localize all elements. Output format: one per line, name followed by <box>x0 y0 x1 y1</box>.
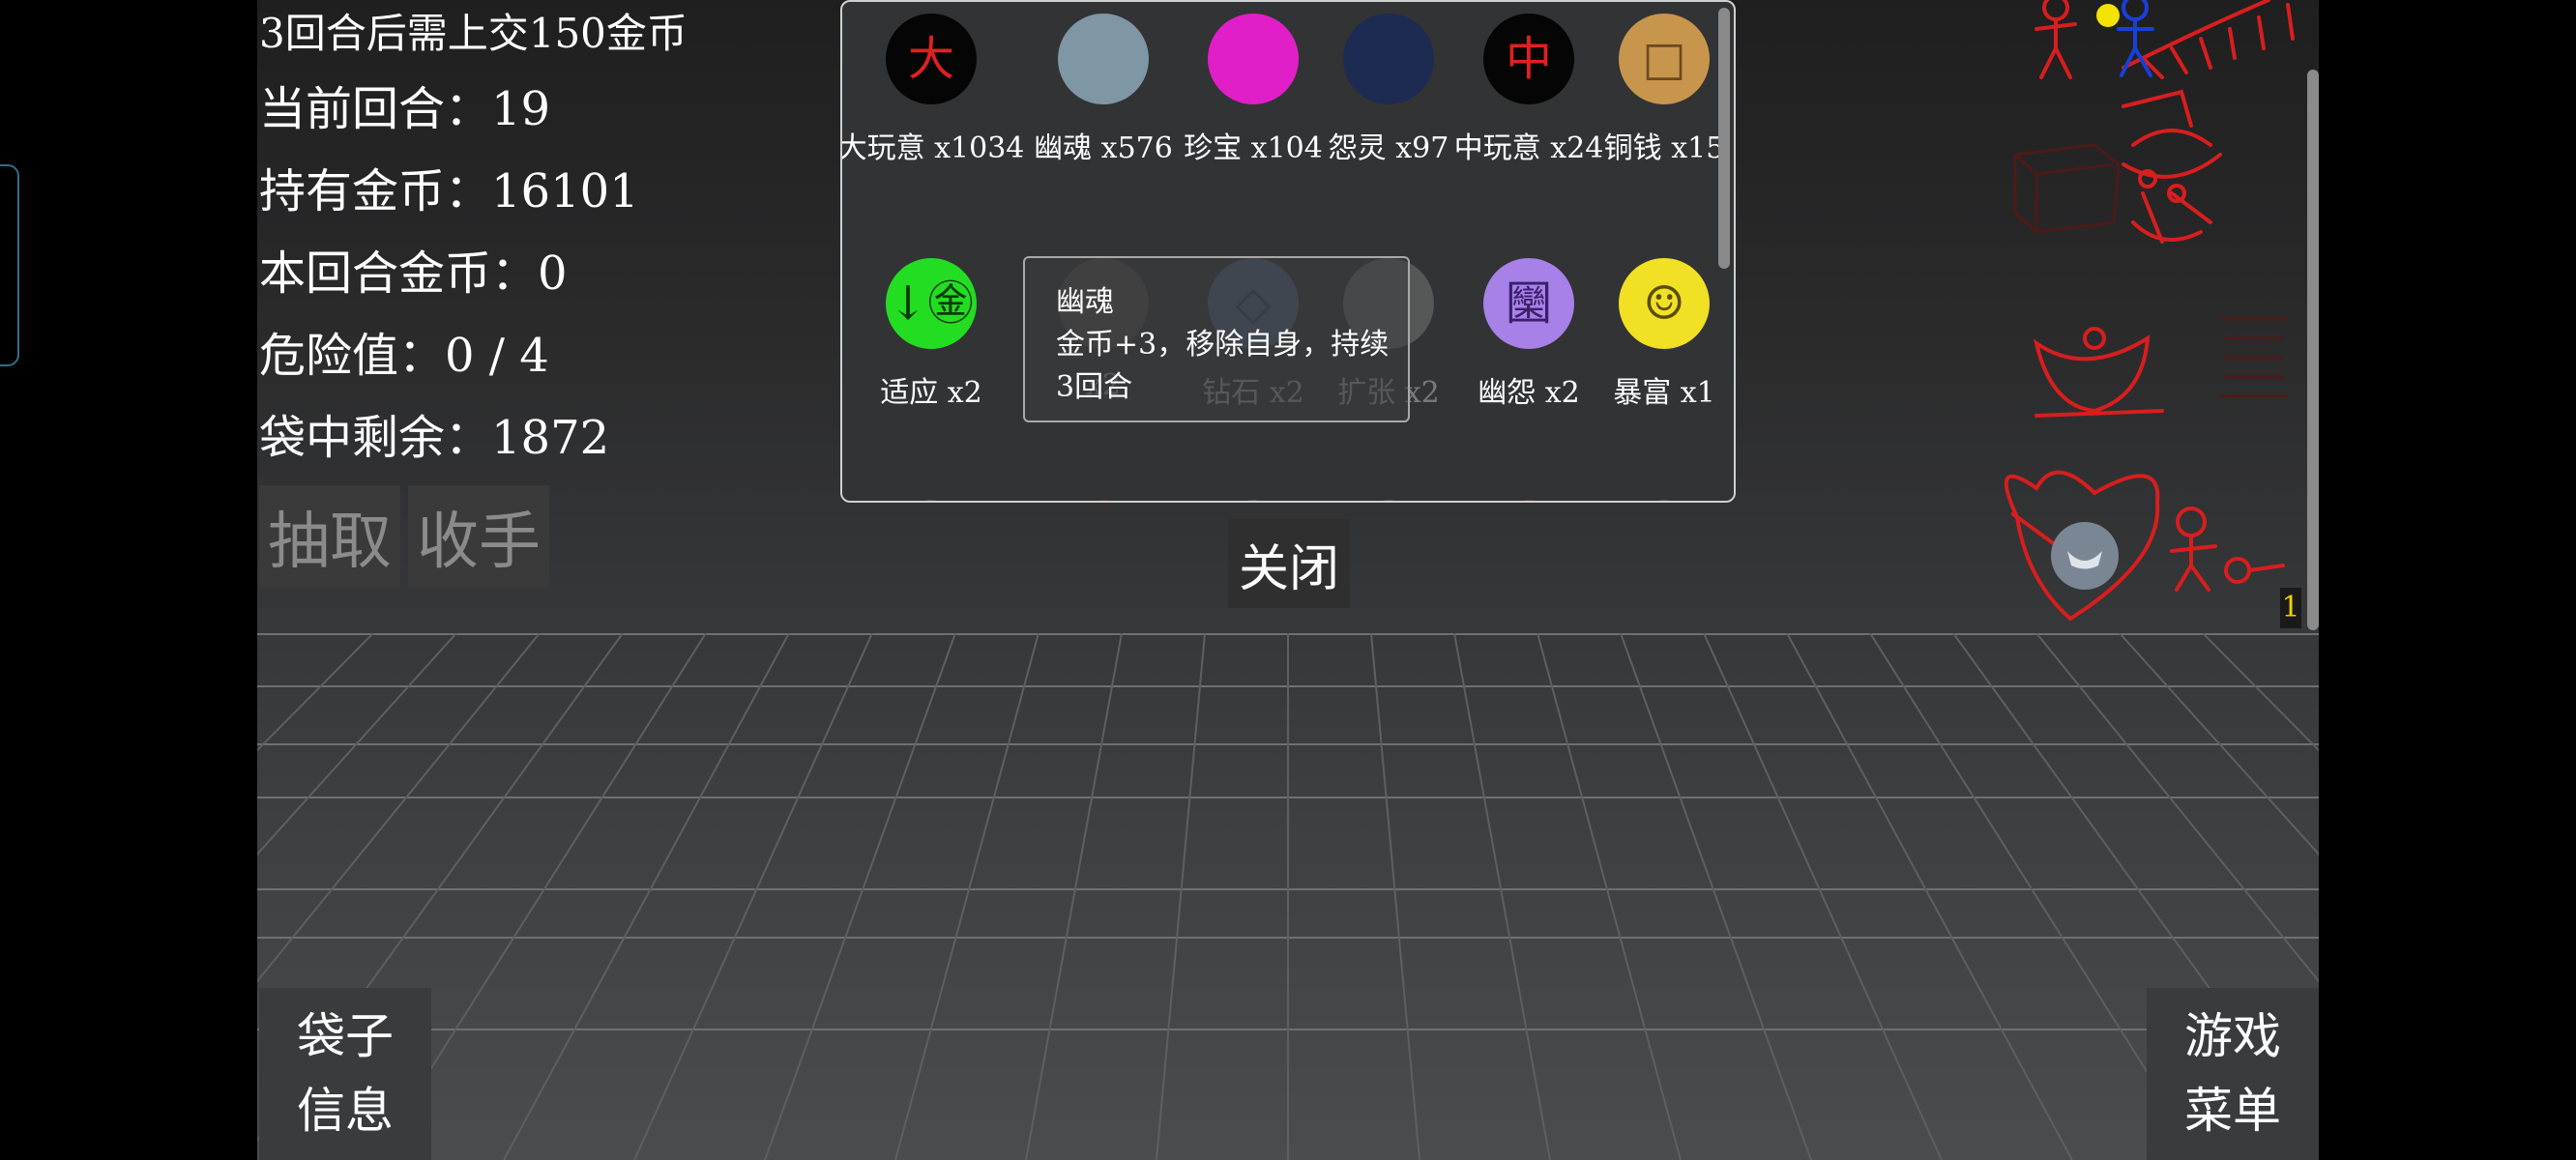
tooltip-title: 幽魂 <box>1056 285 1114 319</box>
wraith-icon <box>1343 14 1434 104</box>
bag-info-line2: 信息 <box>297 1083 394 1139</box>
current-round: 当前回合：19 <box>259 82 551 136</box>
bag-item[interactable]: □ 铜钱 x15 <box>1587 14 1734 166</box>
sudden-wealth-icon: ☺ <box>1619 258 1710 349</box>
treasure-icon <box>1208 14 1299 104</box>
bag-contents-panel[interactable]: 大大玩意 x1034 幽魂 x576 珍宝 x104 怨灵 x97 中中玩意 x24 □ 铜… <box>840 0 1736 503</box>
game-menu-button[interactable]: 游戏 菜单 <box>2147 988 2319 1160</box>
bag-info-button[interactable]: 袋子 信息 <box>259 988 431 1160</box>
bag-scrollbar[interactable] <box>1718 8 1730 269</box>
item-tooltip: 幽魂 金币+3，移除自身，持续 3回合 <box>1023 256 1410 422</box>
bag-item-label: 铜钱 x15 <box>1603 131 1725 165</box>
bag-item[interactable]: ↓㊎ 适应 x2 <box>854 258 1009 411</box>
ghost-icon <box>1058 14 1149 104</box>
tax-notice: 3回合后需上交150金币 <box>259 10 688 57</box>
game-menu-line2: 菜单 <box>2184 1083 2281 1139</box>
bag-remaining: 袋中剩余：1872 <box>259 411 610 465</box>
danger-value: 危险值：0 / 4 <box>259 329 549 383</box>
copper-coin-icon: □ <box>1619 14 1710 104</box>
tooltip-desc-line1: 金币+3，移除自身，持续 <box>1056 328 1390 362</box>
mid-toy-icon: 中 <box>1483 14 1574 104</box>
close-button[interactable]: 关闭 <box>1228 519 1350 608</box>
gold-held: 持有金币：16101 <box>259 164 639 218</box>
right-panel-scrollbar[interactable] <box>2307 70 2319 630</box>
stop-button[interactable]: 收手 <box>408 485 549 588</box>
game-menu-line1: 游戏 <box>2184 1008 2281 1064</box>
resentful-ghost-icon: 圞 <box>1483 258 1574 349</box>
tooltip-desc-line2: 3回合 <box>1056 370 1133 404</box>
bag-item[interactable]: ☺ 暴富 x1 <box>1587 258 1734 411</box>
adapt-icon: ↓㊎ <box>886 258 977 349</box>
bag-item[interactable]: 大大玩意 x1034 <box>842 14 1024 166</box>
left-edge-handle[interactable] <box>0 164 19 366</box>
draw-button[interactable]: 抽取 <box>259 485 400 588</box>
floor-grid <box>257 633 2319 1160</box>
right-panel-count: 1 <box>2280 588 2301 628</box>
bag-next-row-peek <box>924 500 1671 501</box>
bag-info-line1: 袋子 <box>297 1008 394 1064</box>
bag-item-label: 暴富 x1 <box>1613 376 1715 410</box>
big-toy-icon: 大 <box>886 14 977 104</box>
round-gold: 本回合金币：0 <box>259 246 568 301</box>
right-doodles <box>2004 0 2295 622</box>
